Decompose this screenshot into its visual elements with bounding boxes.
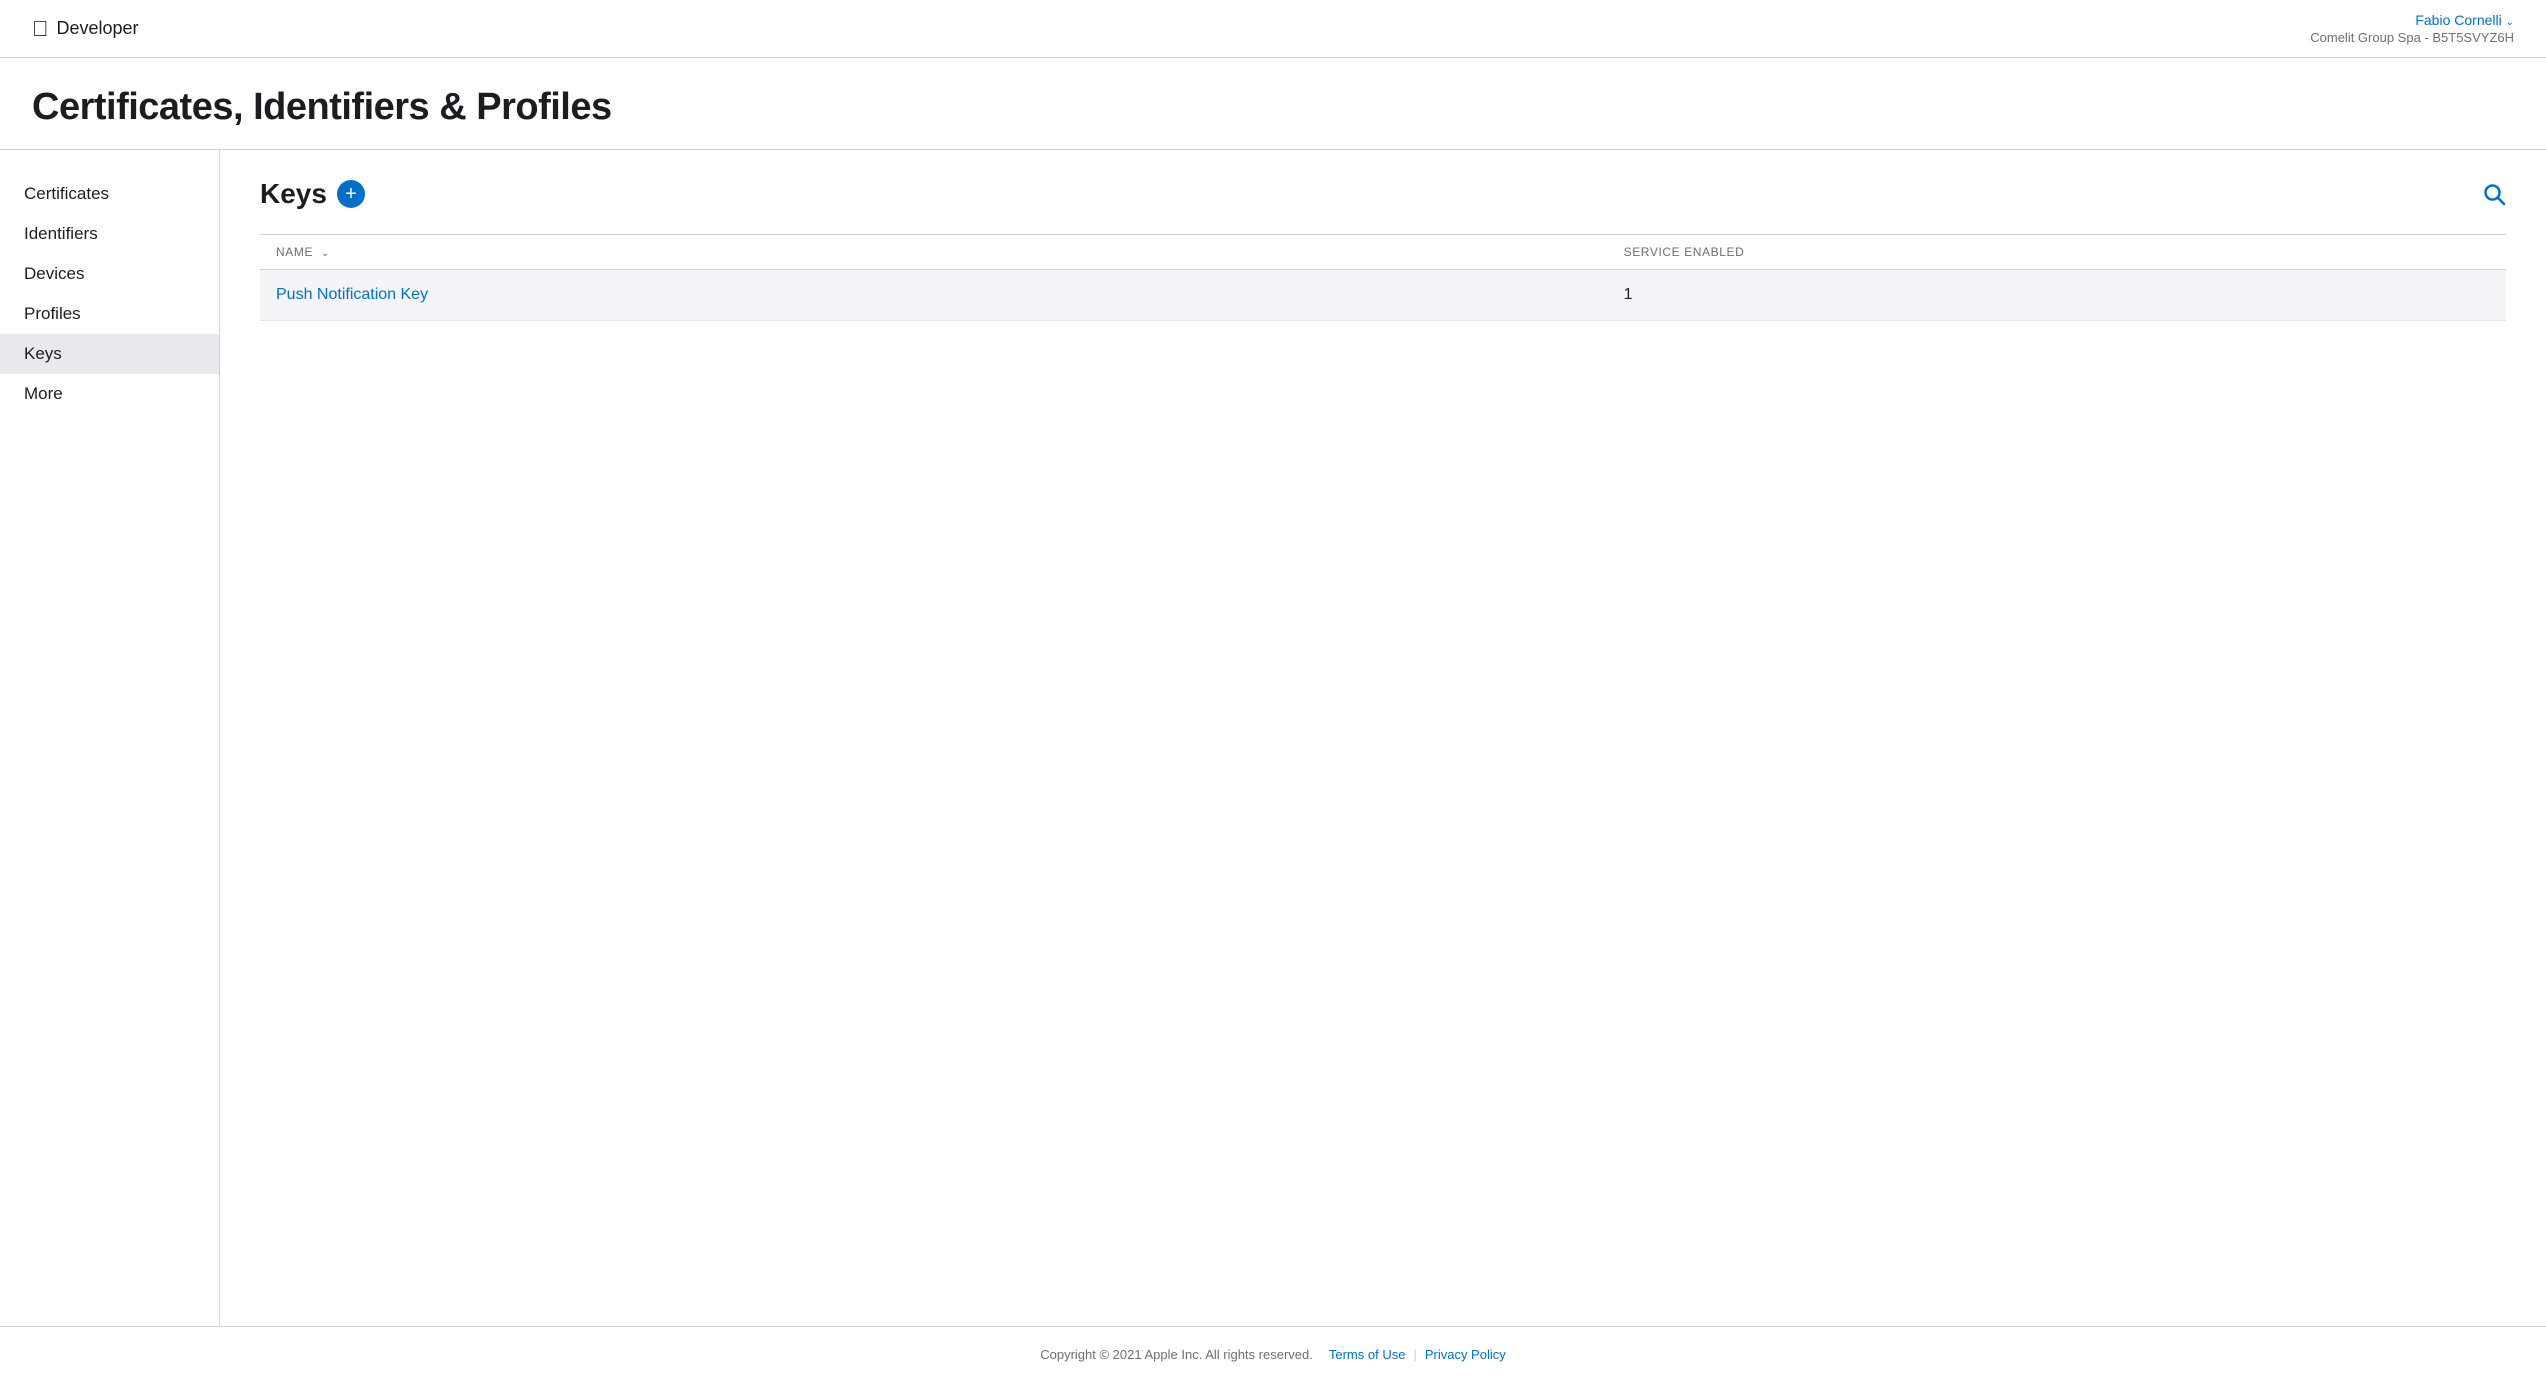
keys-title-group: Keys + (260, 178, 365, 210)
search-icon (2482, 182, 2506, 206)
sidebar-item-more[interactable]: More (0, 374, 219, 414)
col-header-service: SERVICE ENABLED (1608, 235, 2506, 270)
table-header: NAME ⌄ SERVICE ENABLED (260, 235, 2506, 270)
sidebar-item-profiles[interactable]: Profiles (0, 294, 219, 334)
sidebar-item-identifiers[interactable]: Identifiers (0, 214, 219, 254)
main-content: Keys + NAME ⌄ SERVICE ENABLED (220, 150, 2546, 1326)
page-header: Certificates, Identifiers & Profiles (0, 58, 2546, 150)
footer: Copyright © 2021 Apple Inc. All rights r… (0, 1326, 2546, 1382)
key-service-cell: 1 (1608, 270, 2506, 321)
main-layout: Certificates Identifiers Devices Profile… (0, 150, 2546, 1326)
footer-links: Terms of Use | Privacy Policy (1329, 1347, 1506, 1362)
table-body: Push Notification Key 1 (260, 270, 2506, 321)
sort-arrow-icon: ⌄ (321, 248, 330, 259)
keys-table: NAME ⌄ SERVICE ENABLED Push Notification… (260, 234, 2506, 321)
nav-brand:  Developer (32, 18, 139, 40)
sidebar-item-devices[interactable]: Devices (0, 254, 219, 294)
page-title: Certificates, Identifiers & Profiles (32, 86, 2514, 129)
sidebar-item-certificates[interactable]: Certificates (0, 174, 219, 214)
developer-label: Developer (57, 18, 139, 39)
table-row: Push Notification Key 1 (260, 270, 2506, 321)
keys-header-row: Keys + (260, 178, 2506, 210)
user-name-link[interactable]: Fabio Cornelli ⌄ (2415, 12, 2514, 28)
terms-of-use-link[interactable]: Terms of Use (1329, 1347, 1406, 1362)
org-label: Comelit Group Spa - B5T5SVYZ6H (2310, 30, 2514, 45)
user-chevron-icon: ⌄ (2506, 17, 2514, 28)
copyright-text: Copyright © 2021 Apple Inc. All rights r… (1040, 1347, 1313, 1362)
top-nav:  Developer Fabio Cornelli ⌄ Comelit Gro… (0, 0, 2546, 58)
apple-logo-icon:  (32, 18, 49, 40)
sidebar: Certificates Identifiers Devices Profile… (0, 150, 220, 1326)
col-header-name[interactable]: NAME ⌄ (260, 235, 1608, 270)
footer-divider: | (1413, 1347, 1416, 1362)
sidebar-item-keys[interactable]: Keys (0, 334, 219, 374)
search-button[interactable] (2482, 182, 2506, 206)
add-key-button[interactable]: + (337, 180, 365, 208)
key-name-link[interactable]: Push Notification Key (276, 286, 428, 303)
privacy-policy-link[interactable]: Privacy Policy (1425, 1347, 1506, 1362)
keys-section-title: Keys (260, 178, 327, 210)
key-name-cell: Push Notification Key (260, 270, 1608, 321)
user-info: Fabio Cornelli ⌄ Comelit Group Spa - B5T… (2310, 12, 2514, 45)
